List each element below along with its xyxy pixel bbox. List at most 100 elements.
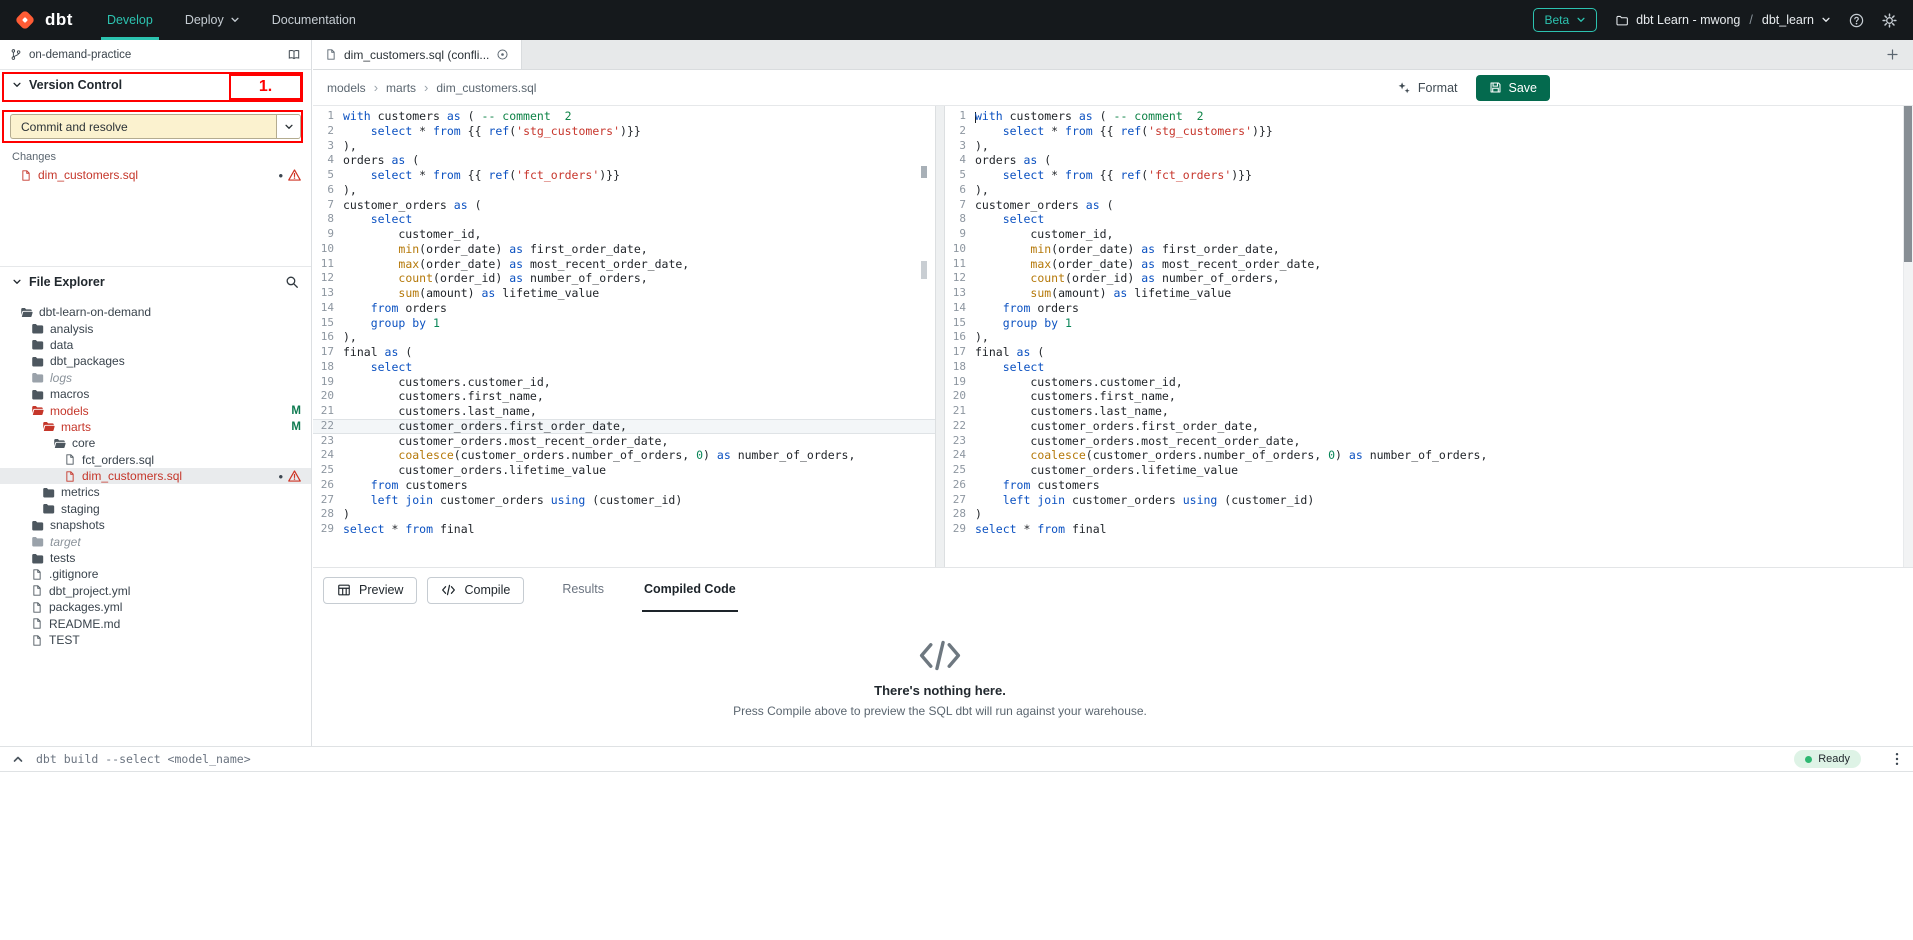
tree-item-tests[interactable]: tests: [0, 550, 311, 566]
code-line-19[interactable]: 19 customers.customer_id,: [313, 375, 935, 390]
pane-divider[interactable]: [935, 106, 945, 567]
code-line-9[interactable]: 9 customer_id,: [313, 227, 935, 242]
beta-selector[interactable]: Beta: [1533, 8, 1597, 32]
tree-item-target[interactable]: target: [0, 533, 311, 549]
code-line-14[interactable]: 14 from orders: [313, 301, 935, 316]
breadcrumb-item[interactable]: dim_customers.sql: [436, 81, 536, 95]
editor-pane-right[interactable]: 1with customers as ( -- comment 22 selec…: [945, 106, 1913, 567]
version-control-header[interactable]: Version Control: [0, 70, 311, 100]
code-line-11[interactable]: 11 max(order_date) as most_recent_order_…: [945, 257, 1913, 272]
code-line-22[interactable]: 22 customer_orders.first_order_date,: [313, 419, 935, 434]
tree-item-macros[interactable]: macros: [0, 386, 311, 402]
format-button[interactable]: Format: [1397, 81, 1458, 95]
code-line-19[interactable]: 19 customers.customer_id,: [945, 375, 1913, 390]
tree-item-dim_customers.sql[interactable]: dim_customers.sql•: [0, 468, 311, 484]
settings-icon[interactable]: [1882, 13, 1897, 28]
code-line-1[interactable]: 1with customers as ( -- comment 2: [313, 109, 935, 124]
code-line-13[interactable]: 13 sum(amount) as lifetime_value: [945, 286, 1913, 301]
code-line-22[interactable]: 22 customer_orders.first_order_date,: [945, 419, 1913, 434]
changed-file[interactable]: dim_customers.sql•: [0, 166, 311, 184]
code-line-29[interactable]: 29select * from final: [313, 522, 935, 537]
code-line-17[interactable]: 17final as (: [313, 345, 935, 360]
code-line-28[interactable]: 28): [945, 507, 1913, 522]
tree-item-staging[interactable]: staging: [0, 501, 311, 517]
file-explorer-header[interactable]: File Explorer: [0, 266, 311, 296]
tab-dim-customers[interactable]: dim_customers.sql (confli...: [313, 40, 522, 69]
code-line-21[interactable]: 21 customers.last_name,: [313, 404, 935, 419]
breadcrumb-item[interactable]: marts: [386, 81, 416, 95]
code-line-14[interactable]: 14 from orders: [945, 301, 1913, 316]
code-line-9[interactable]: 9 customer_id,: [945, 227, 1913, 242]
scrollbar-thumb[interactable]: [1904, 106, 1912, 262]
tree-item-snapshots[interactable]: snapshots: [0, 517, 311, 533]
tree-item-models[interactable]: modelsM: [0, 402, 311, 418]
code-line-15[interactable]: 15 group by 1: [945, 316, 1913, 331]
tree-item-packages.yml[interactable]: packages.yml: [0, 599, 311, 615]
tree-item-dbt_project.yml[interactable]: dbt_project.yml: [0, 583, 311, 599]
more-options-icon[interactable]: [1895, 752, 1899, 766]
nav-deploy[interactable]: Deploy: [169, 0, 256, 40]
code-line-23[interactable]: 23 customer_orders.most_recent_order_dat…: [945, 434, 1913, 449]
code-line-12[interactable]: 12 count(order_id) as number_of_orders,: [313, 271, 935, 286]
code-line-25[interactable]: 25 customer_orders.lifetime_value: [945, 463, 1913, 478]
code-line-2[interactable]: 2 select * from {{ ref('stg_customers')}…: [945, 124, 1913, 139]
code-line-20[interactable]: 20 customers.first_name,: [313, 389, 935, 404]
tree-item-README.md[interactable]: README.md: [0, 615, 311, 631]
code-line-23[interactable]: 23 customer_orders.most_recent_order_dat…: [313, 434, 935, 449]
code-line-2[interactable]: 2 select * from {{ ref('stg_customers')}…: [313, 124, 935, 139]
code-line-6[interactable]: 6),: [945, 183, 1913, 198]
code-line-17[interactable]: 17final as (: [945, 345, 1913, 360]
save-button[interactable]: Save: [1476, 75, 1551, 101]
code-line-11[interactable]: 11 max(order_date) as most_recent_order_…: [313, 257, 935, 272]
breadcrumb-item[interactable]: models: [327, 81, 366, 95]
compile-button[interactable]: Compile: [427, 577, 524, 604]
code-line-8[interactable]: 8 select: [313, 212, 935, 227]
tree-item-.gitignore[interactable]: .gitignore: [0, 566, 311, 582]
code-line-10[interactable]: 10 min(order_date) as first_order_date,: [313, 242, 935, 257]
code-line-3[interactable]: 3),: [945, 139, 1913, 154]
tree-item-logs[interactable]: logs: [0, 370, 311, 386]
code-line-28[interactable]: 28): [313, 507, 935, 522]
docs-icon[interactable]: [287, 48, 301, 61]
code-line-1[interactable]: 1with customers as ( -- comment 2: [945, 109, 1913, 124]
code-line-5[interactable]: 5 select * from {{ ref('fct_orders')}}: [945, 168, 1913, 183]
account-switcher[interactable]: dbt Learn - mwong / dbt_learn: [1615, 13, 1831, 27]
code-line-18[interactable]: 18 select: [313, 360, 935, 375]
tree-item-analysis[interactable]: analysis: [0, 320, 311, 336]
code-line-26[interactable]: 26 from customers: [945, 478, 1913, 493]
code-line-24[interactable]: 24 coalesce(customer_orders.number_of_or…: [313, 448, 935, 463]
code-line-6[interactable]: 6),: [313, 183, 935, 198]
tab-compiled-code[interactable]: Compiled Code: [642, 568, 738, 612]
commit-and-resolve-button[interactable]: Commit and resolve: [10, 114, 276, 139]
scrollbar[interactable]: [1903, 106, 1913, 567]
code-line-10[interactable]: 10 min(order_date) as first_order_date,: [945, 242, 1913, 257]
code-line-27[interactable]: 27 left join customer_orders using (cust…: [945, 493, 1913, 508]
command-input[interactable]: dbt build --select <model_name>: [36, 752, 251, 766]
code-line-13[interactable]: 13 sum(amount) as lifetime_value: [313, 286, 935, 301]
code-line-25[interactable]: 25 customer_orders.lifetime_value: [313, 463, 935, 478]
code-line-29[interactable]: 29select * from final: [945, 522, 1913, 537]
code-line-7[interactable]: 7customer_orders as (: [313, 198, 935, 213]
code-line-8[interactable]: 8 select: [945, 212, 1913, 227]
code-line-12[interactable]: 12 count(order_id) as number_of_orders,: [945, 271, 1913, 286]
code-line-26[interactable]: 26 from customers: [313, 478, 935, 493]
code-line-24[interactable]: 24 coalesce(customer_orders.number_of_or…: [945, 448, 1913, 463]
tree-item-data[interactable]: data: [0, 337, 311, 353]
code-line-15[interactable]: 15 group by 1: [313, 316, 935, 331]
code-line-4[interactable]: 4orders as (: [945, 153, 1913, 168]
code-line-27[interactable]: 27 left join customer_orders using (cust…: [313, 493, 935, 508]
search-icon[interactable]: [285, 275, 299, 289]
tree-item-dbt-learn-on-demand[interactable]: dbt-learn-on-demand: [0, 304, 311, 320]
code-line-20[interactable]: 20 customers.first_name,: [945, 389, 1913, 404]
code-line-5[interactable]: 5 select * from {{ ref('fct_orders')}}: [313, 168, 935, 183]
editor-pane-left[interactable]: 1with customers as ( -- comment 22 selec…: [313, 106, 935, 567]
code-line-3[interactable]: 3),: [313, 139, 935, 154]
tab-results[interactable]: Results: [560, 568, 606, 612]
expand-console-icon[interactable]: [12, 753, 24, 765]
tree-item-fct_orders.sql[interactable]: fct_orders.sql: [0, 452, 311, 468]
preview-button[interactable]: Preview: [323, 577, 417, 604]
code-line-16[interactable]: 16),: [945, 330, 1913, 345]
commit-options-button[interactable]: [276, 114, 301, 139]
code-line-21[interactable]: 21 customers.last_name,: [945, 404, 1913, 419]
dbt-logo[interactable]: dbt: [0, 9, 91, 31]
